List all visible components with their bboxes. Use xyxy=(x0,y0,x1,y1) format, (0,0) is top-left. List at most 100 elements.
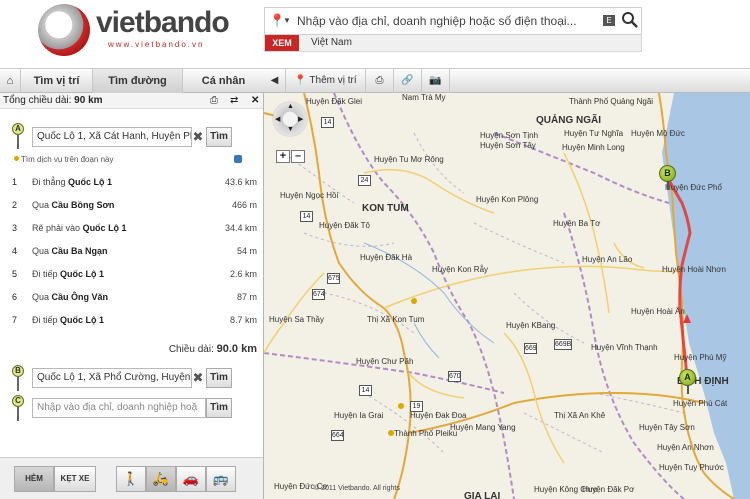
route-marker-b-stem xyxy=(667,181,669,190)
road-shield: 669B xyxy=(554,339,572,350)
road-shield: 14 xyxy=(300,211,313,222)
road-shield: 675 xyxy=(327,273,340,284)
point-a-search-button[interactable]: Tìm xyxy=(206,127,232,147)
pan-down-icon[interactable]: ▼ xyxy=(287,126,294,133)
alley-button[interactable]: HẺM xyxy=(14,466,54,492)
map-place-label: Huyện Hoài Nhơn xyxy=(662,265,726,274)
link-icon[interactable]: 🔗 xyxy=(394,69,422,93)
walk-icon[interactable]: 🚶 xyxy=(116,466,146,492)
zoom-out-button[interactable]: – xyxy=(291,150,305,163)
road-shield: 24 xyxy=(358,175,371,186)
point-a-input[interactable]: Quốc Lộ 1, Xã Cát Hanh, Huyện Phù xyxy=(32,127,192,147)
map-place-label: Huyện Hoài Ân xyxy=(631,307,685,316)
map-place-label: Thành Phố Quảng Ngãi xyxy=(569,97,654,106)
close-icon[interactable]: ✕ xyxy=(251,93,259,109)
location-pin-icon: 📍 xyxy=(294,75,307,86)
step-number: 5 xyxy=(12,269,18,279)
map-place-label: Huyện An Lão xyxy=(582,255,633,264)
point-b-marker: B xyxy=(12,365,24,393)
step-instruction: Đi tiếp Quốc Lộ 1 xyxy=(32,269,105,279)
map-place-label: Huyện Sơn Tây xyxy=(480,141,536,150)
vietbando-logo[interactable]: V vietbando www.vietbando.vn xyxy=(38,4,248,56)
point-c-search-button[interactable]: Tìm xyxy=(206,398,232,418)
map-place-label: Huyện Sa Thầy xyxy=(269,315,324,324)
pan-up-icon[interactable]: ▲ xyxy=(287,103,294,110)
step-distance: 8.7 km xyxy=(229,315,257,325)
tab-find-route[interactable]: Tìm đường xyxy=(92,69,182,93)
home-icon[interactable]: ⌂ xyxy=(0,69,20,93)
traffic-jam-button[interactable]: KẸT XE xyxy=(54,466,96,492)
map-place-label: Huyện Minh Long xyxy=(562,143,625,152)
pan-right-icon[interactable]: ▶ xyxy=(298,115,303,123)
total-length-bar: Tổng chiều dài: 90 km ⎙ ⇄ ✕ xyxy=(0,93,263,109)
step-instruction: Qua Cầu Ba Ngạn xyxy=(32,246,108,256)
map-place-label: KON TUM xyxy=(362,203,409,214)
logo-emblem-icon: V xyxy=(38,4,90,56)
map-place-label: QUẢNG NGÃI xyxy=(536,115,601,126)
route-step[interactable]: 6 Qua Cầu Ông Văn 87 m xyxy=(0,286,263,309)
view-button[interactable]: XEM xyxy=(265,35,299,51)
map-place-label: Huyện Kon Plông xyxy=(476,195,539,204)
map-place-label: Huyện Đức Phổ xyxy=(665,183,722,192)
point-b-search-button[interactable]: Tìm xyxy=(206,368,232,388)
clear-icon[interactable]: ✖ xyxy=(192,128,204,146)
route-step[interactable]: 1 Đi thẳng Quốc Lộ 1 43.6 km xyxy=(0,171,263,194)
panel-tabs: ⌂ Tìm vị trí Tìm đường Cá nhân xyxy=(0,68,264,93)
zoom-in-button[interactable]: + xyxy=(276,150,290,163)
tab-personal[interactable]: Cá nhân xyxy=(182,69,264,93)
step-number: 4 xyxy=(12,246,18,256)
route-step[interactable]: 3 Rẽ phải vào Quốc Lộ 1 34.4 km xyxy=(0,217,263,240)
map-toolbar: ◀ 📍 Thêm vị trí ⎙ 🔗 📷 xyxy=(264,68,750,93)
find-services-link[interactable]: Tìm dịch vụ trên đoạn này xyxy=(14,155,114,164)
map-place-label: Huyện Phù Mỹ xyxy=(674,353,727,362)
swap-icon[interactable]: ⇄ xyxy=(230,93,238,109)
add-location-button[interactable]: 📍 Thêm vị trí xyxy=(286,69,366,93)
step-number: 1 xyxy=(12,177,18,187)
camera-icon[interactable]: 📷 xyxy=(422,69,450,93)
step-instruction: Rẽ phải vào Quốc Lộ 1 xyxy=(32,223,127,233)
keyboard-icon[interactable]: E xyxy=(603,15,615,26)
logo-url: www.vietbando.vn xyxy=(108,40,205,49)
route-length: Chiều dài: 90.0 km xyxy=(168,343,257,355)
point-b-input[interactable]: Quốc Lộ 1, Xã Phổ Cường, Huyện Đ xyxy=(32,368,192,388)
print-icon[interactable]: ⎙ xyxy=(366,69,394,93)
step-number: 2 xyxy=(12,200,18,210)
tab-find-location[interactable]: Tìm vị trí xyxy=(20,69,92,93)
map-place-label: Huyện Phù Cát xyxy=(673,399,728,408)
map-place-label: Huyện Đăk Pơ xyxy=(582,485,635,494)
view-region-row: XEM Việt Nam xyxy=(264,35,642,52)
map-place-label: Huyện KBang xyxy=(506,321,556,330)
route-step[interactable]: 7 Đi tiếp Quốc Lộ 1 8.7 km xyxy=(0,309,263,332)
chevron-down-icon[interactable]: ▼ xyxy=(283,16,291,25)
region-label[interactable]: Việt Nam xyxy=(311,37,352,48)
map-place-label: Huyện Mộ Đức xyxy=(631,129,685,138)
search-icon[interactable] xyxy=(621,11,639,29)
step-distance: 2.6 km xyxy=(229,269,257,279)
search-input[interactable] xyxy=(297,11,597,31)
motorbike-icon[interactable]: 🛵 xyxy=(146,466,176,492)
add-location-label: Thêm vị trí xyxy=(309,75,357,86)
map-place-label: Huyện Kon Rẫy xyxy=(432,265,489,274)
map-place-label: Thị Xã An Khê xyxy=(554,411,606,420)
step-distance: 43.6 km xyxy=(224,177,257,187)
road-shield: 669 xyxy=(524,343,537,354)
point-c-input[interactable]: Nhập vào địa chỉ, doanh nghiệp hoặ xyxy=(32,398,206,418)
route-marker-a[interactable]: A xyxy=(679,369,696,386)
transport-bar: HẺM KẸT XE 🚶 🛵 🚗 🚌 xyxy=(0,457,263,499)
route-marker-b[interactable]: B xyxy=(659,165,676,182)
pan-control[interactable]: ▲ ◀ ▶ ▼ xyxy=(273,102,307,136)
service-icon[interactable] xyxy=(234,155,242,163)
step-number: 3 xyxy=(12,223,18,233)
map-view[interactable]: Huyện Đăk Glei Nam Trà My Thành Phố Quảng … xyxy=(264,93,750,499)
route-step[interactable]: 4 Qua Cầu Ba Ngạn 54 m xyxy=(0,240,263,263)
bus-icon[interactable]: 🚌 xyxy=(206,466,236,492)
route-marker-a-stem xyxy=(687,385,689,394)
print-icon[interactable]: ⎙ xyxy=(210,93,218,109)
clear-icon[interactable]: ✖ xyxy=(192,369,204,387)
car-icon[interactable]: 🚗 xyxy=(176,466,206,492)
pan-left-icon[interactable]: ◀ xyxy=(275,115,280,123)
step-instruction: Đi thẳng Quốc Lộ 1 xyxy=(32,177,113,187)
collapse-panel-icon[interactable]: ◀ xyxy=(264,69,286,93)
route-step[interactable]: 2 Qua Cầu Bồng Sơn 466 m xyxy=(0,194,263,217)
route-step[interactable]: 5 Đi tiếp Quốc Lộ 1 2.6 km xyxy=(0,263,263,286)
